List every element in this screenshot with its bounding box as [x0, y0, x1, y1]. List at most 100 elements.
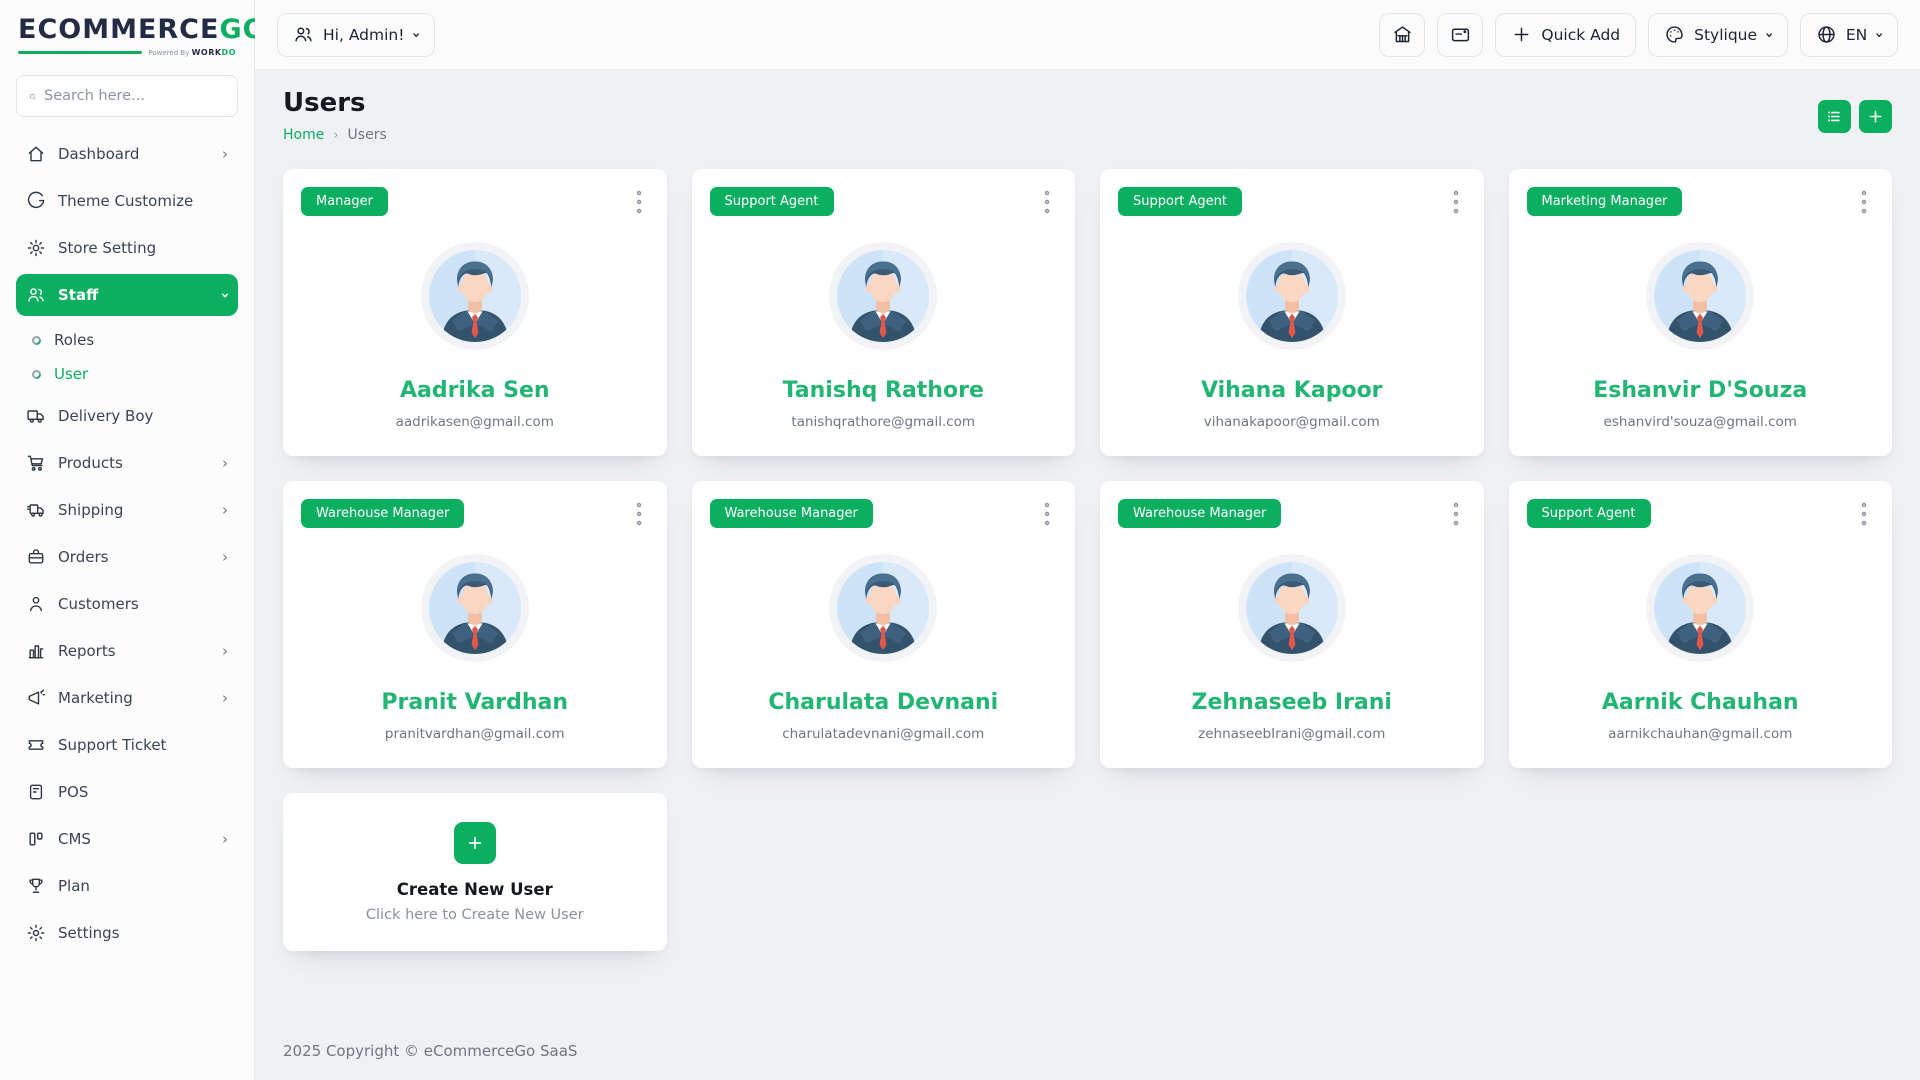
- dots-vertical-icon: [1448, 189, 1464, 215]
- shipping-truck-icon: [26, 500, 46, 520]
- user-name: Vihana Kapoor: [1118, 378, 1466, 403]
- sidebar-item-label: Dashboard: [58, 145, 210, 163]
- plus-icon: [1866, 107, 1885, 126]
- trophy-icon: [26, 876, 46, 896]
- sidebar-item-support-ticket[interactable]: Support Ticket: [16, 724, 238, 766]
- dots-vertical-icon: [1039, 501, 1055, 527]
- sidebar-item-orders[interactable]: Orders ›: [16, 536, 238, 578]
- sidebar-item-dashboard[interactable]: Dashboard ›: [16, 133, 238, 175]
- card-options-button[interactable]: [1446, 499, 1466, 532]
- sidebar-item-label: Theme Customize: [58, 192, 228, 210]
- user-card: Warehouse Manager: [1100, 481, 1484, 768]
- sidebar-item-marketing[interactable]: Marketing ›: [16, 677, 238, 719]
- role-badge: Warehouse Manager: [301, 499, 464, 528]
- sidebar-item-label: Customers: [58, 595, 228, 613]
- sidebar-item-theme-customize[interactable]: Theme Customize: [16, 180, 238, 222]
- card-options-button[interactable]: [629, 187, 649, 220]
- user-card: Warehouse Manager: [283, 481, 667, 768]
- sidebar-subitem-label: Roles: [54, 331, 94, 349]
- sidebar-subitem-label: User: [54, 365, 88, 383]
- brand-logo[interactable]: ECOMMERCEGO Powered By WORKDO: [16, 0, 238, 61]
- dots-vertical-icon: [1448, 501, 1464, 527]
- store-gear-icon: [26, 238, 46, 258]
- quick-add-label: Quick Add: [1541, 26, 1620, 44]
- card-options-button[interactable]: [1854, 499, 1874, 532]
- home-icon: [26, 144, 46, 164]
- avatar: [1646, 554, 1754, 662]
- sidebar-item-label: Support Ticket: [58, 736, 228, 754]
- sidebar-item-label: Delivery Boy: [58, 407, 228, 425]
- card-options-button[interactable]: [1037, 499, 1057, 532]
- sidebar-subitem-user[interactable]: User: [22, 357, 238, 391]
- delivery-truck-icon: [26, 406, 46, 426]
- create-user-plus-button[interactable]: [454, 822, 496, 864]
- sidebar-item-pos[interactable]: POS: [16, 771, 238, 813]
- brand-name: ECOMMERCEGO: [18, 14, 236, 45]
- create-new-user-card[interactable]: Create New User Click here to Create New…: [283, 793, 667, 951]
- avatar: [1238, 242, 1346, 350]
- sidebar-subitem-roles[interactable]: Roles: [22, 323, 238, 357]
- breadcrumb-home-link[interactable]: Home: [283, 127, 324, 143]
- list-view-button[interactable]: [1818, 100, 1851, 133]
- sidebar-item-cms[interactable]: CMS ›: [16, 818, 238, 860]
- dots-vertical-icon: [1039, 189, 1055, 215]
- card-options-button[interactable]: [1446, 187, 1466, 220]
- user-avatar-illustration: [837, 250, 929, 342]
- chevron-right-icon: ›: [222, 644, 228, 659]
- role-badge: Marketing Manager: [1527, 187, 1683, 216]
- user-name: Aarnik Chauhan: [1527, 690, 1875, 715]
- breadcrumb-current: Users: [348, 127, 387, 143]
- user-avatar-illustration: [429, 562, 521, 654]
- chevron-right-icon: ›: [222, 550, 228, 565]
- user-email: eshanvird'souza@gmail.com: [1527, 414, 1875, 430]
- user-card: Marketing Manager: [1509, 169, 1893, 456]
- sidebar-item-staff[interactable]: Staff ›: [16, 274, 238, 316]
- theme-brush-icon: [26, 191, 46, 211]
- sidebar-item-products[interactable]: Products ›: [16, 442, 238, 484]
- storefront-button[interactable]: [1379, 13, 1425, 57]
- page-header: Users Home › Users: [283, 88, 1892, 143]
- user-name: Zehnaseeb Irani: [1118, 690, 1466, 715]
- chevron-right-icon: ›: [222, 456, 228, 471]
- dots-vertical-icon: [1856, 501, 1872, 527]
- sidebar-item-delivery-boy[interactable]: Delivery Boy: [16, 395, 238, 437]
- card-options-button[interactable]: [629, 499, 649, 532]
- sidebar-search: [16, 75, 238, 117]
- sidebar-item-store-setting[interactable]: Store Setting: [16, 227, 238, 269]
- sidebar-item-settings[interactable]: Settings: [16, 912, 238, 954]
- sidebar-item-reports[interactable]: Reports ›: [16, 630, 238, 672]
- chevron-down-icon: ›: [1871, 32, 1887, 38]
- add-user-button[interactable]: [1859, 100, 1892, 133]
- theme-selector-button[interactable]: Stylique ›: [1648, 13, 1788, 57]
- user-avatar-illustration: [1654, 562, 1746, 654]
- chevron-right-icon: ›: [222, 691, 228, 706]
- sidebar-item-plan[interactable]: Plan: [16, 865, 238, 907]
- create-card-title: Create New User: [397, 880, 553, 899]
- user-avatar-illustration: [1246, 562, 1338, 654]
- sidebar-item-label: CMS: [58, 830, 210, 848]
- card-options-button[interactable]: [1854, 187, 1874, 220]
- chevron-right-icon: ›: [222, 832, 228, 847]
- breadcrumb: Home › Users: [283, 127, 387, 143]
- card-options-button[interactable]: [1037, 187, 1057, 220]
- person-icon: [26, 594, 46, 614]
- storefront-icon: [1392, 24, 1413, 45]
- messages-button[interactable]: [1437, 13, 1483, 57]
- sidebar-item-shipping[interactable]: Shipping ›: [16, 489, 238, 531]
- quick-add-button[interactable]: Quick Add: [1495, 13, 1636, 57]
- app-window: ECOMMERCEGO Powered By WORKDO Dashboard …: [0, 0, 1920, 1080]
- admin-menu-button[interactable]: Hi, Admin! ›: [277, 13, 435, 57]
- role-badge: Support Agent: [710, 187, 834, 216]
- users-grid: Manager: [283, 169, 1892, 951]
- list-icon: [1825, 107, 1844, 126]
- sidebar-item-customers[interactable]: Customers: [16, 583, 238, 625]
- logo-underline: [18, 51, 142, 54]
- chevron-right-icon: ›: [222, 147, 228, 162]
- cart-icon: [26, 453, 46, 473]
- language-selector-button[interactable]: EN ›: [1800, 13, 1898, 57]
- bullet-icon: [30, 334, 43, 347]
- search-input[interactable]: [44, 88, 225, 104]
- role-badge: Support Agent: [1527, 499, 1651, 528]
- role-badge: Support Agent: [1118, 187, 1242, 216]
- globe-icon: [1816, 24, 1837, 45]
